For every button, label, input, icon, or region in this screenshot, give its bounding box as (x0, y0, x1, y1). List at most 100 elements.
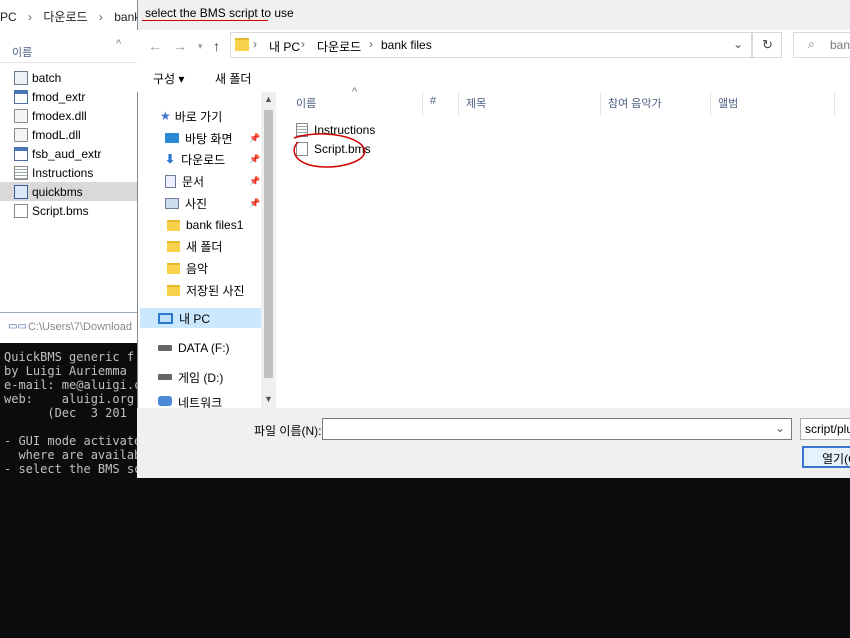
chevron-right-icon: › (98, 10, 103, 24)
nav-item-drive[interactable]: 게임 (D:) (158, 367, 278, 387)
new-folder-button[interactable]: 새 폴더 (215, 70, 251, 87)
column-label: 이름 (12, 47, 33, 59)
file-item[interactable]: fmodL.dll (0, 125, 138, 144)
filetype-value: script/plu (805, 422, 850, 436)
file-name: fmodex.dll (32, 108, 87, 123)
column-header-title[interactable]: 제목 (466, 95, 486, 111)
address-segment[interactable]: 다운로드 (317, 38, 361, 55)
scroll-up-icon[interactable]: ▲ (264, 94, 273, 104)
chevron-right-icon: › (369, 37, 373, 51)
back-arrow-icon[interactable]: ← (148, 38, 162, 54)
documents-icon (165, 174, 176, 188)
nav-scrollbar[interactable]: ▲ ▼ (261, 92, 276, 408)
desktop-icon (165, 133, 179, 143)
up-arrow-icon[interactable]: ↑ (213, 38, 220, 54)
pin-icon: 📌 (249, 175, 261, 186)
file-name: Instructions (32, 165, 94, 180)
dialog-title: select the BMS script to use (145, 6, 294, 20)
column-divider[interactable] (710, 92, 711, 116)
nav-label: 게임 (D:) (178, 370, 224, 385)
refresh-icon: ↻ (762, 37, 773, 52)
dll-icon (14, 108, 28, 123)
column-header-name[interactable]: 이름 ^ (0, 36, 138, 63)
scrollbar-thumb[interactable] (264, 110, 273, 378)
exe-icon (14, 89, 28, 104)
pin-icon: 📌 (249, 197, 261, 208)
chevron-right-icon: › (301, 37, 305, 51)
column-divider[interactable] (422, 92, 423, 116)
organize-button[interactable]: 구성 ▾ (153, 70, 184, 87)
breadcrumb-item[interactable]: 다운로드 (43, 10, 87, 24)
quickbms-icon: ▭▭ (8, 321, 27, 332)
column-header-album[interactable]: 앨범 (718, 95, 738, 111)
file-item-selected[interactable]: quickbms (0, 182, 138, 201)
chevron-down-icon[interactable]: ▾ (198, 41, 203, 52)
annotation-underline (142, 20, 268, 21)
breadcrumb-item[interactable]: bank file (114, 10, 138, 24)
chevron-down-icon[interactable]: ⌄ (775, 421, 785, 435)
open-button[interactable]: 열기(O (802, 446, 850, 468)
column-divider[interactable] (458, 92, 459, 116)
file-name: Script.bms (32, 203, 89, 218)
quickbms-icon (14, 184, 28, 199)
pin-icon: 📌 (249, 132, 261, 143)
filename-input[interactable]: ⌄ (322, 418, 792, 440)
filetype-select[interactable]: script/plu (800, 418, 850, 440)
address-segment[interactable]: bank files (381, 38, 432, 52)
nav-item-drive[interactable]: DATA (F:) (158, 338, 278, 358)
folder-icon (167, 240, 180, 252)
pictures-icon (165, 197, 179, 209)
nav-label: 저장된 사진 (186, 283, 245, 298)
chevron-right-icon: › (28, 10, 33, 24)
nav-label: 음악 (186, 261, 209, 276)
search-input[interactable]: ⌕ bank (793, 32, 850, 58)
refresh-button[interactable]: ↻ (752, 32, 782, 58)
breadcrumb[interactable]: PC › 다운로드 › bank file (0, 8, 138, 30)
column-divider[interactable] (600, 92, 601, 116)
open-label: 열기(O (822, 452, 850, 466)
search-icon: ⌕ (808, 37, 815, 51)
dll-icon (14, 127, 28, 142)
chevron-down-icon[interactable]: ⌄ (733, 37, 743, 51)
file-name: fmod_extr (32, 89, 86, 104)
folder-icon (167, 262, 180, 274)
column-header-name[interactable]: 이름 (296, 95, 316, 111)
command-bar: 구성 ▾ 새 폴더 (137, 62, 850, 92)
column-divider[interactable] (834, 92, 835, 116)
exe-icon (14, 146, 28, 161)
file-item[interactable]: fmod_extr (0, 87, 138, 106)
folder-icon (167, 219, 180, 231)
document-icon (14, 203, 28, 218)
file-item[interactable]: Instructions (0, 163, 138, 182)
scroll-down-icon[interactable]: ▼ (264, 394, 273, 404)
pin-icon: 📌 (249, 153, 261, 164)
address-segment[interactable]: 내 PC (269, 38, 300, 55)
breadcrumb-item[interactable]: PC (0, 10, 17, 24)
file-name: quickbms (32, 184, 83, 199)
batch-file-icon (14, 70, 28, 85)
sort-up-icon: ^ (352, 86, 358, 98)
nav-label: 네트워크 (178, 396, 223, 408)
search-placeholder: bank (830, 38, 850, 52)
nav-item-this-pc[interactable]: 내 PC (140, 308, 261, 328)
nav-item-network[interactable]: 네트워크 (158, 394, 278, 408)
address-bar[interactable]: › 내 PC › 다운로드 › bank files ⌄ (230, 32, 752, 58)
column-header-artist[interactable]: 참여 음악가 (608, 95, 662, 111)
nav-label: bank files1 (186, 218, 244, 232)
file-name: fmodL.dll (32, 127, 81, 142)
file-item[interactable]: Script.bms (0, 201, 138, 220)
console-title: C:\Users\7\Download (28, 321, 132, 333)
forward-arrow-icon[interactable]: → (173, 38, 187, 54)
file-name: fsb_aud_extr (32, 146, 102, 161)
console-titlebar[interactable]: ▭▭ C:\Users\7\Download (0, 312, 138, 343)
nav-label: 사진 (185, 196, 208, 211)
column-header-number[interactable]: # (430, 95, 436, 107)
filename-label: 파일 이름(N): (254, 424, 322, 438)
file-item[interactable]: batch (0, 68, 138, 87)
background-explorer-window: PC › 다운로드 › bank file 이름 ^ batch fmod_ex… (0, 0, 138, 312)
nav-label: 내 PC (179, 311, 211, 326)
text-file-icon (14, 165, 28, 180)
file-item[interactable]: fsb_aud_extr (0, 144, 138, 163)
drive-icon (158, 345, 172, 351)
file-item[interactable]: fmodex.dll (0, 106, 138, 125)
